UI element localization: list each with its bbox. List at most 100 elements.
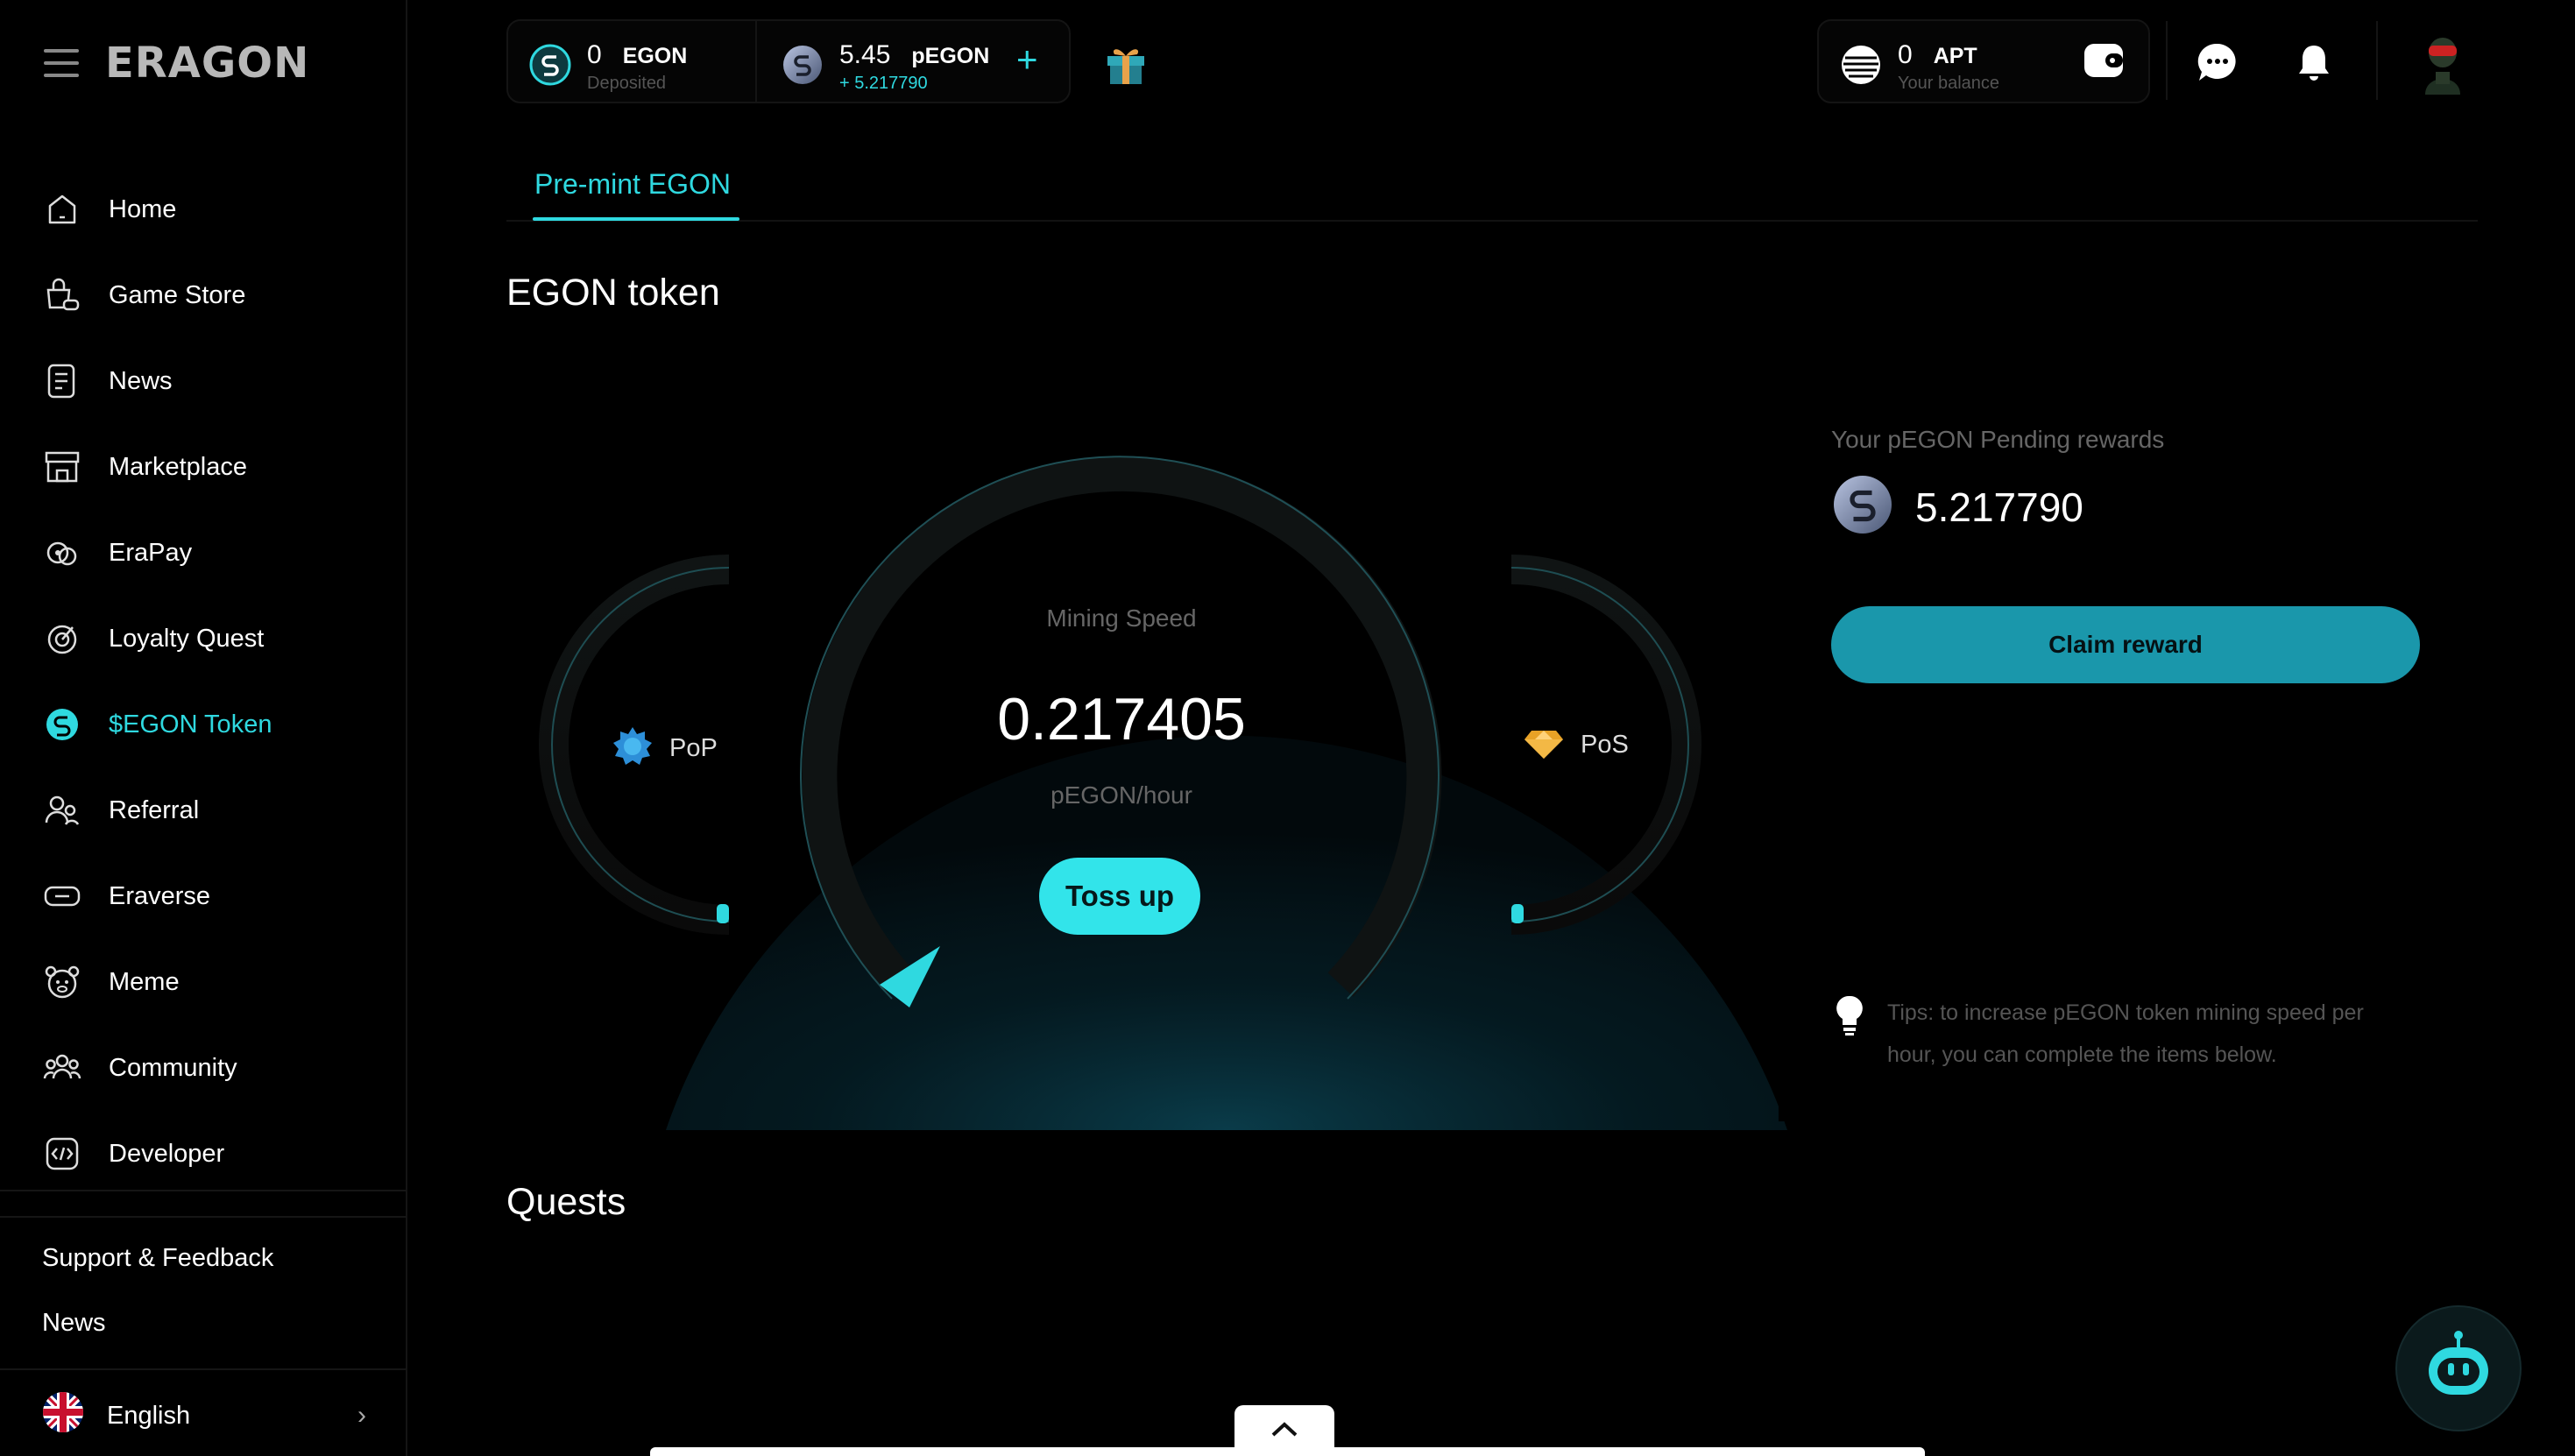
egon-value: 0 bbox=[587, 40, 602, 69]
game-store-icon bbox=[42, 275, 82, 315]
sidebar-item-egon-token[interactable]: $EGON Token bbox=[42, 682, 272, 767]
mining-speed-unit: pEGON/hour bbox=[1051, 781, 1192, 809]
sidebar-item-label: $EGON Token bbox=[109, 710, 272, 739]
egon-token-icon bbox=[42, 704, 82, 745]
sidebar-item-label: Home bbox=[109, 194, 177, 223]
sidebar-item-label: Eraverse bbox=[109, 881, 211, 910]
toss-up-button[interactable]: Toss up bbox=[1039, 858, 1200, 935]
language-selector[interactable]: English › bbox=[42, 1391, 366, 1440]
active-tab-indicator bbox=[533, 217, 739, 221]
news-icon bbox=[42, 361, 82, 401]
sidebar-divider bbox=[0, 1368, 407, 1370]
sidebar-item-home[interactable]: Home bbox=[42, 166, 272, 252]
support-feedback-link[interactable]: Support & Feedback bbox=[42, 1244, 273, 1273]
erapay-icon bbox=[42, 533, 82, 573]
sidebar-divider bbox=[0, 1190, 407, 1191]
header-divider bbox=[2376, 21, 2378, 100]
chevron-right-icon: › bbox=[357, 1401, 366, 1430]
pegon-value: 5.45 bbox=[839, 40, 891, 69]
pop-indicator[interactable]: PoP bbox=[612, 725, 718, 772]
chat-icon[interactable] bbox=[2194, 39, 2241, 86]
sidebar-item-referral[interactable]: Referral bbox=[42, 767, 272, 853]
chevron-up-icon bbox=[1270, 1420, 1298, 1442]
sidebar-item-community[interactable]: Community bbox=[42, 1025, 272, 1111]
marketplace-icon bbox=[42, 447, 82, 487]
pegon-name: pEGON bbox=[911, 44, 990, 68]
sidebar-item-label: Loyalty Quest bbox=[109, 624, 265, 653]
app-logo[interactable]: ERAGON bbox=[105, 39, 309, 88]
apt-balance[interactable]: 0 APT Your balance bbox=[1840, 40, 1999, 94]
community-icon bbox=[42, 1048, 82, 1088]
sidebar: ERAGON Home Game Store News Marketplace bbox=[0, 0, 407, 1456]
apt-value: 0 bbox=[1898, 40, 1913, 69]
uk-flag-icon bbox=[42, 1391, 84, 1440]
logo-row: ERAGON bbox=[44, 39, 309, 88]
add-icon[interactable]: + bbox=[1016, 39, 1038, 81]
pegon-coin-icon bbox=[782, 44, 824, 90]
claim-reward-button[interactable]: Claim reward bbox=[1831, 606, 2420, 683]
sidebar-item-label: Meme bbox=[109, 967, 180, 996]
pos-label: PoS bbox=[1581, 731, 1629, 759]
pos-indicator[interactable]: PoS bbox=[1523, 725, 1629, 765]
tips-text: Tips: to increase pEGON token mining spe… bbox=[1887, 1000, 2364, 1067]
mining-gauge bbox=[539, 456, 1831, 1130]
pending-rewards-label: Your pEGON Pending rewards bbox=[1831, 426, 2165, 453]
referral-icon bbox=[42, 790, 82, 830]
sidebar-item-erapay[interactable]: EraPay bbox=[42, 510, 272, 596]
egon-coin-icon bbox=[529, 44, 571, 90]
meme-icon bbox=[42, 962, 82, 1002]
apt-coin-icon bbox=[1840, 44, 1882, 90]
home-icon bbox=[42, 189, 82, 230]
bell-icon[interactable] bbox=[2290, 39, 2338, 86]
quests-title: Quests bbox=[506, 1181, 626, 1223]
sidebar-divider bbox=[0, 1216, 407, 1218]
sidebar-item-news[interactable]: News bbox=[42, 338, 272, 424]
pegon-coin-icon bbox=[1831, 473, 1894, 541]
pegon-balance[interactable]: 5.45 pEGON + 5.217790 bbox=[782, 40, 989, 94]
apt-name: APT bbox=[1933, 44, 1977, 68]
gift-icon[interactable] bbox=[1100, 39, 1151, 89]
mining-speed-label: Mining Speed bbox=[1046, 604, 1197, 632]
bottom-drawer-bar bbox=[650, 1447, 1925, 1456]
sidebar-item-developer[interactable]: Developer bbox=[42, 1111, 272, 1197]
header-divider bbox=[2166, 21, 2168, 100]
pending-rewards: 5.217790 bbox=[1831, 473, 2083, 541]
eraverse-icon bbox=[42, 876, 82, 916]
egon-sub: Deposited bbox=[587, 74, 667, 93]
sidebar-item-game-store[interactable]: Game Store bbox=[42, 252, 272, 338]
pop-badge-icon bbox=[612, 725, 654, 772]
sidebar-item-label: Developer bbox=[109, 1139, 225, 1168]
loyalty-quest-icon bbox=[42, 618, 82, 659]
sidebar-item-label: Game Store bbox=[109, 280, 246, 309]
panel-divider bbox=[755, 21, 757, 102]
pop-label: PoP bbox=[669, 734, 718, 762]
tab-bar-line bbox=[506, 220, 2478, 222]
sidebar-item-label: News bbox=[109, 366, 173, 395]
egon-balance[interactable]: 0 EGON Deposited bbox=[529, 40, 687, 94]
tab-pre-mint-egon[interactable]: Pre-mint EGON bbox=[534, 168, 731, 201]
sidebar-nav: Home Game Store News Marketplace EraPay bbox=[42, 166, 272, 1197]
sidebar-item-eraverse[interactable]: Eraverse bbox=[42, 853, 272, 939]
sidebar-item-label: Marketplace bbox=[109, 452, 247, 481]
section-title: EGON token bbox=[506, 272, 720, 314]
sidebar-item-loyalty-quest[interactable]: Loyalty Quest bbox=[42, 596, 272, 682]
sidebar-item-marketplace[interactable]: Marketplace bbox=[42, 424, 272, 510]
mining-speed-value: 0.217405 bbox=[997, 686, 1246, 753]
wallet-icon[interactable] bbox=[2082, 39, 2126, 82]
news-link[interactable]: News bbox=[42, 1309, 106, 1338]
hamburger-menu-icon[interactable] bbox=[44, 49, 79, 77]
chatbot-button[interactable] bbox=[2395, 1305, 2522, 1431]
robot-icon bbox=[2416, 1325, 2501, 1413]
language-label: English bbox=[107, 1401, 191, 1430]
pegon-sub: + 5.217790 bbox=[839, 74, 928, 93]
avatar[interactable] bbox=[2415, 33, 2471, 96]
pending-rewards-value: 5.217790 bbox=[1915, 484, 2083, 530]
egon-name: EGON bbox=[622, 44, 688, 68]
apt-sub: Your balance bbox=[1898, 74, 2000, 93]
developer-icon bbox=[42, 1134, 82, 1174]
sidebar-item-label: Community bbox=[109, 1053, 237, 1082]
sidebar-item-label: EraPay bbox=[109, 538, 193, 567]
pos-diamond-icon bbox=[1523, 725, 1565, 765]
sidebar-item-meme[interactable]: Meme bbox=[42, 939, 272, 1025]
lightbulb-icon bbox=[1831, 993, 1868, 1042]
